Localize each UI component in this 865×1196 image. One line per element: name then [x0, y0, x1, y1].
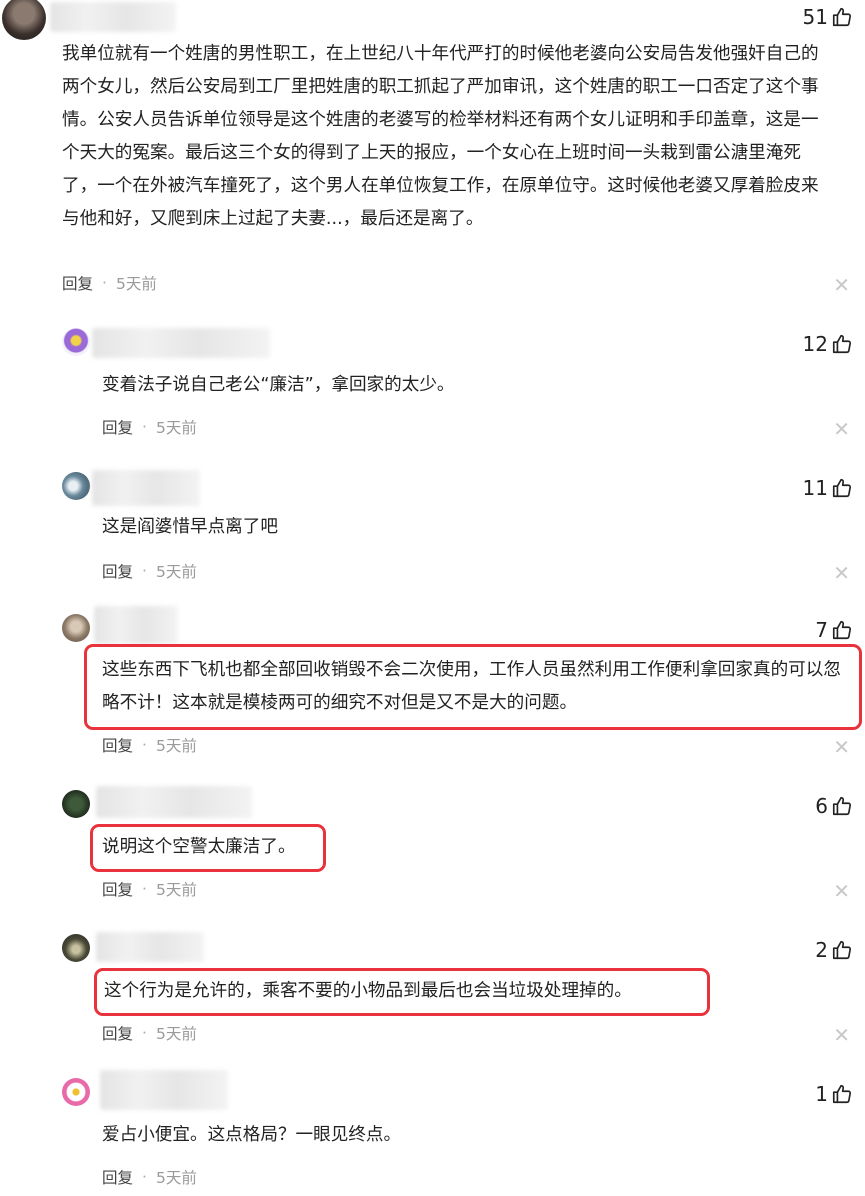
reply-item: 7 这些东西下飞机也都全部回收销毁不会二次使用，工作人员虽然利用工作便利拿回家真…: [0, 606, 865, 766]
comment-item: 51 我单位就有一个姓唐的男性职工，在上世纪八十年代严打的时候他老婆向公安局告发…: [0, 0, 865, 310]
reply-item: 11 这是阎婆惜早点离了吧 回复 · 5天前 ✕: [0, 466, 865, 596]
avatar[interactable]: [62, 934, 90, 962]
like-count: 11: [802, 476, 828, 500]
avatar[interactable]: [62, 328, 90, 356]
username-blurred[interactable]: [96, 932, 204, 962]
reply-button[interactable]: 回复: [102, 1022, 133, 1044]
reply-item: 6 说明这个空警太廉洁了。 回复 · 5天前 ✕: [0, 780, 865, 910]
comment-meta: 回复 · 5天前: [102, 1166, 197, 1188]
like-count: 1: [815, 1082, 828, 1106]
comment-meta: 回复 · 5天前: [102, 416, 197, 438]
timestamp: 5天前: [155, 1169, 197, 1187]
comment-text: 这个行为是允许的，乘客不要的小物品到最后也会当垃圾处理掉的。: [104, 981, 632, 1001]
thumbs-up-icon: [832, 1084, 852, 1104]
like-button[interactable]: 6: [815, 794, 853, 818]
timestamp: 5天前: [155, 737, 197, 755]
reply-button[interactable]: 回复: [102, 560, 133, 582]
comment-meta: 回复 · 5天前: [102, 734, 197, 756]
timestamp: 5天前: [155, 419, 197, 437]
username-blurred[interactable]: [94, 606, 178, 644]
comment-meta: 回复 · 5天前: [102, 1022, 197, 1044]
timestamp: 5天前: [155, 563, 197, 581]
timestamp: 5天前: [155, 881, 197, 899]
comment-text: 说明这个空警太廉洁了。: [102, 837, 296, 857]
like-count: 12: [802, 332, 828, 356]
username-blurred[interactable]: [96, 786, 252, 818]
comment-text: 变着法子说自己老公“廉洁”，拿回家的太少。: [102, 375, 455, 395]
reply-button[interactable]: 回复: [102, 734, 133, 756]
timestamp: 5天前: [115, 275, 157, 293]
reply-item: 2 这个行为是允许的，乘客不要的小物品到最后也会当垃圾处理掉的。 回复 · 5天…: [0, 922, 865, 1052]
like-button[interactable]: 2: [815, 938, 853, 962]
timestamp: 5天前: [155, 1025, 197, 1043]
close-icon[interactable]: ✕: [833, 419, 850, 439]
comment-text: 爱占小便宜。这点格局？一眼见终点。: [102, 1125, 402, 1145]
comment-text: 这些东西下飞机也都全部回收销毁不会二次使用，工作人员虽然利用工作便利拿回家真的可…: [102, 660, 841, 713]
thumbs-up-icon: [832, 478, 852, 498]
comment-meta: 回复 · 5天前: [102, 560, 197, 582]
like-count: 6: [815, 794, 828, 818]
comment-meta: 回复 · 5天前: [62, 272, 157, 294]
comment-text: 我单位就有一个姓唐的男性职工，在上世纪八十年代严打的时候他老婆向公安局告发他强奸…: [62, 44, 819, 229]
avatar[interactable]: [2, 0, 46, 40]
username-blurred[interactable]: [100, 1070, 228, 1110]
thumbs-up-icon: [832, 940, 852, 960]
separator-dot: ·: [142, 880, 147, 898]
reply-item: 1 爱占小便宜。这点格局？一眼见终点。 回复 · 5天前: [0, 1066, 865, 1196]
like-count: 7: [815, 618, 828, 642]
like-button[interactable]: 11: [803, 476, 853, 500]
thumbs-up-icon: [832, 7, 852, 27]
like-button[interactable]: 7: [815, 618, 853, 642]
comment-meta: 回复 · 5天前: [102, 878, 197, 900]
thumbs-up-icon: [832, 620, 852, 640]
close-icon[interactable]: ✕: [833, 737, 850, 757]
avatar[interactable]: [62, 472, 90, 500]
avatar[interactable]: [62, 790, 90, 818]
close-icon[interactable]: ✕: [833, 563, 850, 583]
reply-button[interactable]: 回复: [102, 878, 133, 900]
like-button[interactable]: 1: [815, 1082, 853, 1106]
separator-dot: ·: [142, 1024, 147, 1042]
separator-dot: ·: [142, 1168, 147, 1186]
separator-dot: ·: [142, 418, 147, 436]
reply-button[interactable]: 回复: [102, 1166, 133, 1188]
thumbs-up-icon: [832, 334, 852, 354]
close-icon[interactable]: ✕: [833, 275, 850, 295]
separator-dot: ·: [142, 562, 147, 580]
like-count: 51: [802, 5, 828, 29]
username-blurred[interactable]: [92, 470, 200, 506]
username-blurred[interactable]: [92, 328, 270, 358]
separator-dot: ·: [102, 274, 107, 292]
thumbs-up-icon: [832, 796, 852, 816]
comment-text: 这是阎婆惜早点离了吧: [102, 517, 278, 537]
avatar[interactable]: [62, 1078, 90, 1106]
reply-button[interactable]: 回复: [62, 272, 93, 294]
reply-button[interactable]: 回复: [102, 416, 133, 438]
avatar[interactable]: [62, 614, 90, 642]
separator-dot: ·: [142, 736, 147, 754]
like-count: 2: [815, 938, 828, 962]
username-blurred[interactable]: [50, 2, 176, 32]
like-button[interactable]: 51: [803, 5, 853, 29]
close-icon[interactable]: ✕: [833, 881, 850, 901]
like-button[interactable]: 12: [803, 332, 853, 356]
close-icon[interactable]: ✕: [833, 1025, 850, 1045]
reply-item: 12 变着法子说自己老公“廉洁”，拿回家的太少。 回复 · 5天前 ✕: [0, 322, 865, 452]
